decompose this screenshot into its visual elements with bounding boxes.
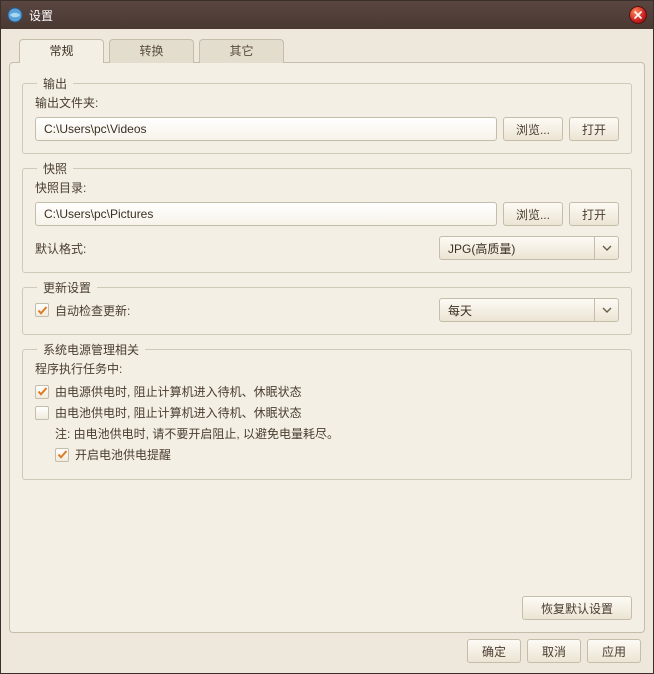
snapshot-format-label: 默认格式: — [35, 240, 439, 257]
update-legend: 更新设置 — [37, 279, 97, 296]
update-interval-select[interactable]: 每天 — [439, 298, 619, 322]
power-ac-label: 由电源供电时, 阻止计算机进入待机、休眠状态 — [55, 383, 302, 400]
titlebar[interactable]: 设置 — [1, 1, 653, 29]
snapshot-format-select[interactable]: JPG(高质量) — [439, 236, 619, 260]
output-legend: 输出 — [37, 75, 73, 92]
tab-body-general: 输出 输出文件夹: 浏览... 打开 快照 快照目录: 浏览... 打开 — [9, 62, 645, 633]
close-button[interactable] — [629, 6, 647, 24]
tabs: 常规 转换 其它 — [9, 39, 645, 63]
output-folder-input[interactable] — [35, 117, 497, 141]
power-battery-label: 由电池供电时, 阻止计算机进入待机、休眠状态 — [55, 404, 302, 421]
power-ac-checkbox[interactable] — [35, 385, 49, 399]
ok-button[interactable]: 确定 — [467, 639, 521, 663]
auto-check-checkbox[interactable] — [35, 303, 49, 317]
cancel-button[interactable]: 取消 — [527, 639, 581, 663]
group-power: 系统电源管理相关 程序执行任务中: 由电源供电时, 阻止计算机进入待机、休眠状态… — [22, 349, 632, 480]
dialog-buttons: 确定 取消 应用 — [9, 633, 645, 665]
power-note: 注: 由电池供电时, 请不要开启阻止, 以避免电量耗尽。 — [35, 425, 619, 442]
power-legend: 系统电源管理相关 — [37, 341, 145, 358]
power-remind-label: 开启电池供电提醒 — [75, 446, 171, 463]
app-icon — [7, 7, 23, 23]
output-open-button[interactable]: 打开 — [569, 117, 619, 141]
output-browse-button[interactable]: 浏览... — [503, 117, 563, 141]
snapshot-format-value: JPG(高质量) — [440, 240, 594, 257]
chevron-down-icon — [594, 299, 618, 321]
snapshot-browse-button[interactable]: 浏览... — [503, 202, 563, 226]
tab-general[interactable]: 常规 — [19, 39, 104, 63]
window-title: 设置 — [29, 7, 629, 24]
snapshot-dir-label: 快照目录: — [35, 179, 619, 196]
group-snapshot: 快照 快照目录: 浏览... 打开 默认格式: JPG(高质量) — [22, 168, 632, 273]
chevron-down-icon — [594, 237, 618, 259]
auto-check-label: 自动检查更新: — [55, 302, 130, 319]
tab-convert[interactable]: 转换 — [109, 39, 194, 63]
snapshot-legend: 快照 — [37, 160, 73, 177]
tab-other[interactable]: 其它 — [199, 39, 284, 63]
group-output: 输出 输出文件夹: 浏览... 打开 — [22, 83, 632, 154]
restore-defaults-button[interactable]: 恢复默认设置 — [522, 596, 632, 620]
settings-window: 设置 常规 转换 其它 输出 输出文件夹: 浏览... 打开 快 — [0, 0, 654, 674]
output-folder-label: 输出文件夹: — [35, 94, 619, 111]
power-remind-checkbox[interactable] — [55, 448, 69, 462]
snapshot-open-button[interactable]: 打开 — [569, 202, 619, 226]
power-running-label: 程序执行任务中: — [35, 360, 619, 377]
update-interval-value: 每天 — [440, 302, 594, 319]
snapshot-dir-input[interactable] — [35, 202, 497, 226]
apply-button[interactable]: 应用 — [587, 639, 641, 663]
group-update: 更新设置 自动检查更新: 每天 — [22, 287, 632, 335]
client-area: 常规 转换 其它 输出 输出文件夹: 浏览... 打开 快照 快照目录: — [1, 29, 653, 673]
power-battery-checkbox[interactable] — [35, 406, 49, 420]
